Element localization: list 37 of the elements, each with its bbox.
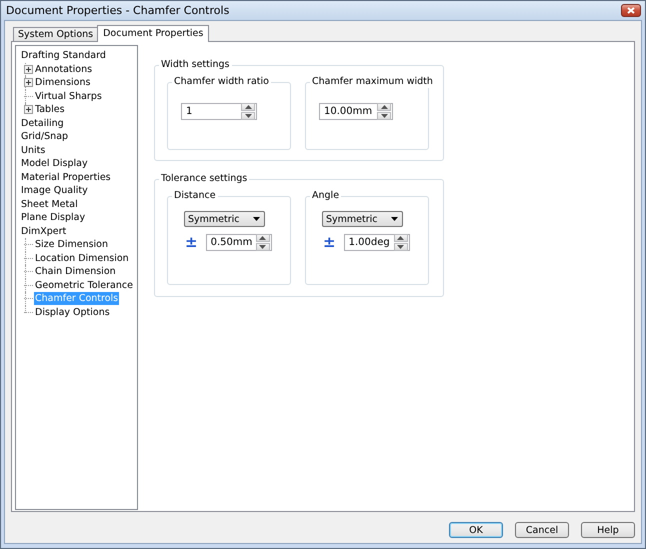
tree-item[interactable]: Geometric Tolerance	[34, 278, 134, 292]
tree-item[interactable]: Size Dimension	[34, 238, 110, 252]
window-title: Document Properties - Chamfer Controls	[6, 4, 230, 17]
plus-minus-symbol: ±	[185, 235, 198, 250]
group-title: Chamfer maximum width	[310, 76, 435, 88]
tree-item[interactable]: Dimensions	[34, 76, 92, 90]
number-field[interactable]: 1	[181, 103, 257, 120]
tree-item[interactable]: Chain Dimension	[34, 265, 117, 278]
tree-item[interactable]: Virtual Sharps	[34, 90, 103, 103]
group-title: Angle	[310, 190, 342, 202]
dialog-button[interactable]: OK	[449, 522, 503, 538]
tab[interactable]: Document Properties	[97, 25, 210, 42]
tree-item[interactable]: DimXpert	[20, 224, 68, 238]
tree-item[interactable]: Image Quality	[20, 184, 89, 198]
tab[interactable]: System Options	[13, 27, 98, 41]
tree-item[interactable]: Tables	[34, 103, 66, 116]
tree-item[interactable]: Units	[20, 144, 46, 157]
type-dropdown[interactable]: Symmetric	[184, 211, 265, 227]
group-title: Tolerance settings	[159, 173, 250, 185]
dialog-button[interactable]: Help	[581, 522, 635, 538]
tree-item[interactable]: Location Dimension	[34, 252, 130, 265]
tree-item[interactable]: Detailing	[20, 116, 65, 130]
tree-item[interactable]: Sheet Metal	[20, 198, 79, 211]
group-title: Width settings	[159, 59, 232, 71]
tree-item[interactable]: Drafting Standard	[20, 49, 107, 62]
tree-item[interactable]: Plane Display	[20, 211, 86, 224]
tree-item[interactable]: Display Options	[34, 306, 111, 319]
number-field[interactable]: 0.50mm	[206, 234, 272, 251]
type-dropdown[interactable]: Symmetric	[322, 211, 403, 227]
tree-item[interactable]: Grid/Snap	[20, 130, 70, 144]
tree-item[interactable]: Material Properties	[20, 170, 112, 184]
number-field[interactable]: 10.00mm	[319, 103, 393, 120]
tree-item[interactable]: Model Display	[20, 157, 89, 170]
number-field[interactable]: 1.00deg	[344, 234, 410, 251]
dialog-button[interactable]: Cancel	[515, 522, 569, 538]
tree-item[interactable]: Annotations	[34, 62, 94, 76]
plus-minus-symbol: ±	[323, 235, 336, 250]
